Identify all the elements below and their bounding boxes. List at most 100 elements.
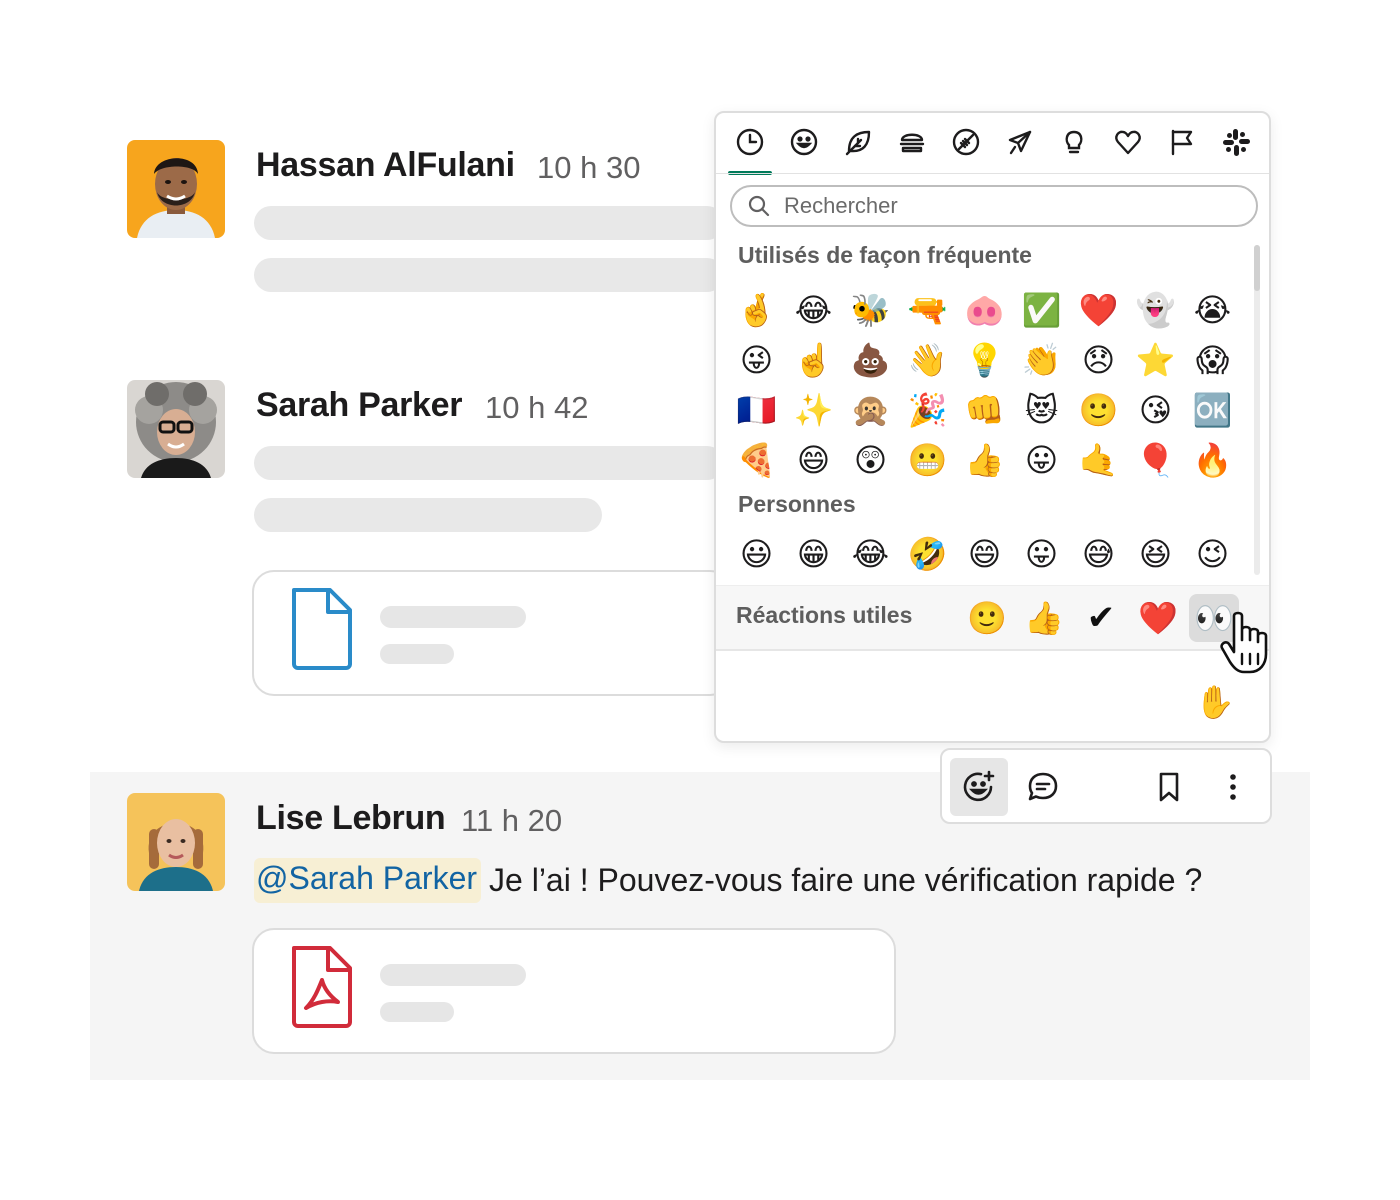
save-message-button[interactable]: [1140, 758, 1198, 816]
reply-in-thread-button[interactable]: [1014, 758, 1072, 816]
emoji-item[interactable]: 🍕: [728, 435, 785, 485]
burger-icon[interactable]: [890, 127, 934, 173]
smiley-icon[interactable]: [782, 127, 826, 173]
emoji-item[interactable]: 😂: [842, 529, 899, 579]
message-body: @Sarah Parker Je l’ai ! Pouvez-vous fair…: [254, 858, 1202, 903]
message-author[interactable]: Hassan AlFulani: [256, 146, 515, 185]
file-attachment-document[interactable]: [252, 570, 732, 696]
emoji-item[interactable]: 😂: [785, 285, 842, 335]
message-author[interactable]: Lise Lebrun: [256, 799, 446, 838]
message-author[interactable]: Sarah Parker: [256, 386, 463, 425]
emoji-item[interactable]: 😻: [1013, 385, 1070, 435]
avatar-hassan-image: [127, 140, 225, 238]
emoji-item[interactable]: 😄: [785, 435, 842, 485]
emoji-item[interactable]: ❤️: [1070, 285, 1127, 335]
emoji-item[interactable]: 🐽: [956, 285, 1013, 335]
leaf-icon[interactable]: [836, 127, 880, 173]
add-reaction-button[interactable]: [950, 758, 1008, 816]
message-timestamp[interactable]: 10 h 30: [537, 150, 640, 186]
emoji-search[interactable]: [730, 185, 1258, 227]
emoji-item[interactable]: 😆: [1127, 529, 1184, 579]
emoji-item[interactable]: 🎉: [899, 385, 956, 435]
emoji-item[interactable]: 🐝: [842, 285, 899, 335]
emoji-item[interactable]: 🔥: [1184, 435, 1241, 485]
emoji-picker: Utilisés de façon fréquente 🤞😂🐝🔫🐽✅❤️👻😭😜☝…: [714, 111, 1271, 743]
avatar-lise-image: [127, 793, 225, 891]
emoji-item[interactable]: 🙂: [1070, 385, 1127, 435]
thread-icon: [1028, 772, 1058, 801]
message-text-placeholder: [254, 446, 724, 480]
emoji-search-input[interactable]: [784, 193, 1224, 219]
emoji-item[interactable]: 👋: [899, 335, 956, 385]
emoji-item[interactable]: 😛: [1013, 529, 1070, 579]
emoji-item[interactable]: 😞: [1070, 335, 1127, 385]
emoji-item[interactable]: 👏: [1013, 335, 1070, 385]
slack-icon[interactable]: [1214, 127, 1258, 173]
emoji-item[interactable]: 😘: [1127, 385, 1184, 435]
emoji-item[interactable]: ⭐: [1127, 335, 1184, 385]
message-timestamp[interactable]: 10 h 42: [485, 390, 588, 426]
emoji-item[interactable]: 💡: [956, 335, 1013, 385]
emoji-item[interactable]: 😄: [956, 529, 1013, 579]
emoji-item[interactable]: 🤙: [1070, 435, 1127, 485]
emoji-item[interactable]: 😭: [1184, 285, 1241, 335]
emoji-item[interactable]: 😅: [1070, 529, 1127, 579]
emoji-item[interactable]: 😜: [728, 335, 785, 385]
scrollbar-thumb[interactable]: [1254, 245, 1260, 291]
avatar-lise[interactable]: [127, 793, 225, 891]
avatar-sarah-image: [127, 380, 225, 478]
avatar-hassan[interactable]: [127, 140, 225, 238]
file-meta-placeholder: [380, 644, 454, 664]
emoji-item[interactable]: 😲: [842, 435, 899, 485]
section-title-people: Personnes: [738, 491, 856, 517]
emoji-item[interactable]: 😁: [785, 529, 842, 579]
people-emoji-grid: 😃 😁 😂 🤣 😄 😛 😅 😆 😉: [728, 529, 1241, 579]
emoji-item[interactable]: 🔫: [899, 285, 956, 335]
file-attachment-pdf[interactable]: [252, 928, 896, 1054]
emoji-item[interactable]: ☝️: [785, 335, 842, 385]
emoji-scrollbar[interactable]: [1254, 245, 1260, 575]
ball-icon[interactable]: [944, 127, 988, 173]
emoji-item[interactable]: 🆗: [1184, 385, 1241, 435]
emoji-item[interactable]: 😛: [1013, 435, 1070, 485]
quick-reaction-smile[interactable]: 🙂: [962, 594, 1012, 642]
user-mention[interactable]: @Sarah Parker: [254, 858, 482, 903]
emoji-item[interactable]: 👍: [956, 435, 1013, 485]
message-timestamp[interactable]: 11 h 20: [461, 803, 562, 839]
emoji-item[interactable]: 😃: [728, 529, 785, 579]
quick-reaction-check[interactable]: ✔: [1076, 594, 1126, 642]
bulb-icon[interactable]: [1052, 127, 1096, 173]
emoji-category-tabs: [728, 127, 1258, 175]
emoji-item[interactable]: ✨: [785, 385, 842, 435]
message-text-placeholder: [254, 258, 724, 292]
quick-reactions: Réactions utiles 🙂 👍 ✔ ❤️ 👀: [716, 585, 1269, 651]
quick-reaction-thumbs-up[interactable]: 👍: [1019, 594, 1069, 642]
more-vertical-icon: [1230, 774, 1236, 800]
search-icon: [748, 195, 770, 217]
plane-icon[interactable]: [998, 127, 1042, 173]
quick-reaction-heart[interactable]: ❤️: [1133, 594, 1183, 642]
emoji-item[interactable]: 🤣: [899, 529, 956, 579]
emoji-item[interactable]: ✅: [1013, 285, 1070, 335]
file-meta-placeholder: [380, 1002, 454, 1022]
emoji-item[interactable]: 💩: [842, 335, 899, 385]
emoji-item[interactable]: 👊: [956, 385, 1013, 435]
frequent-emoji-grid: 🤞 😂 🐝 🔫 🐽 ✅ ❤️ 👻 😭 😜 ☝️ 💩 👋 💡 👏 😞 ⭐ 😱 🇫🇷 ✨ 🙊 🎉 👊 😻 🙂 😘 🆗 🍕 😄 😲 😬 👍 😛 🤙 🎈 🔥: [728, 285, 1241, 485]
skin-tone-selector[interactable]: ✋: [1190, 679, 1240, 725]
emoji-item[interactable]: 🎈: [1127, 435, 1184, 485]
document-file-icon: [292, 588, 352, 670]
flag-icon[interactable]: [1160, 127, 1204, 173]
more-actions-button[interactable]: [1204, 758, 1262, 816]
emoji-item[interactable]: 👻: [1127, 285, 1184, 335]
emoji-item[interactable]: 😉: [1184, 529, 1241, 579]
emoji-item[interactable]: 😱: [1184, 335, 1241, 385]
bookmark-icon: [1159, 772, 1179, 802]
clock-icon[interactable]: [728, 127, 772, 175]
emoji-item[interactable]: 🇫🇷: [728, 385, 785, 435]
avatar-sarah[interactable]: [127, 380, 225, 478]
emoji-item[interactable]: 🙊: [842, 385, 899, 435]
emoji-item[interactable]: 😬: [899, 435, 956, 485]
heart-icon[interactable]: [1106, 127, 1150, 173]
add-reaction-icon: [963, 770, 995, 802]
emoji-item[interactable]: 🤞: [728, 285, 785, 335]
